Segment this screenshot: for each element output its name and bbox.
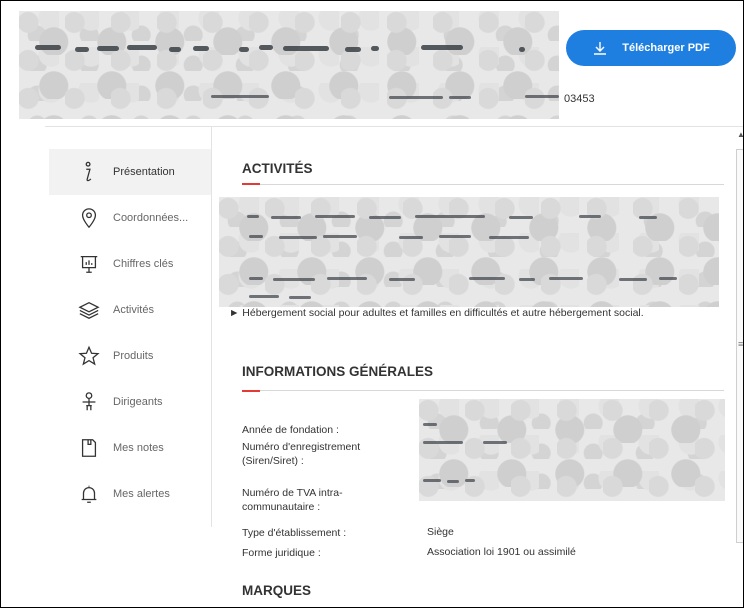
- info-icon: [77, 160, 101, 184]
- sidebar-nav: Présentation Coordonnées... Chiffres clé…: [45, 127, 212, 527]
- download-icon: [594, 42, 607, 55]
- location-pin-icon: [77, 206, 101, 230]
- sidebar-item-activities[interactable]: Activités: [49, 287, 211, 333]
- resize-grip-icon[interactable]: ≡: [738, 339, 743, 349]
- sidebar-item-label: Coordonnées...: [113, 212, 189, 224]
- label-establishment-type: Type d'établissement :: [242, 527, 347, 539]
- activity-text: ► Hébergement social pour adultes et fam…: [229, 307, 644, 319]
- sidebar-item-label: Activités: [113, 304, 154, 316]
- section-accent: [242, 390, 260, 392]
- notes-icon: [77, 436, 101, 460]
- value-legal-form: Association loi 1901 ou assimilé: [427, 546, 576, 558]
- download-pdf-label: Télécharger PDF: [622, 42, 710, 54]
- section-title-activities: ACTIVITÉS: [242, 161, 313, 176]
- label-registration-number: Numéro d'enregistrement (Siren/Siret) :: [242, 441, 361, 467]
- sidebar-item-notes[interactable]: Mes notes: [49, 425, 211, 471]
- org-chart-icon: [77, 390, 101, 414]
- label-founding-year: Année de fondation :: [242, 424, 339, 436]
- activity-description-redacted: [219, 197, 719, 307]
- scroll-up-arrow-icon[interactable]: ▲: [737, 131, 743, 139]
- bell-icon: [77, 482, 101, 506]
- sidebar-item-key-figures[interactable]: Chiffres clés: [49, 241, 211, 287]
- label-legal-form: Forme juridique :: [242, 547, 321, 559]
- sidebar-item-label: Présentation: [113, 166, 175, 178]
- app-window: 03453 Télécharger PDF Présentation Coord…: [0, 0, 744, 608]
- sidebar-item-coordinates[interactable]: Coordonnées...: [49, 195, 211, 241]
- key-figures-icon: [77, 252, 101, 276]
- sidebar-item-executives[interactable]: Dirigeants: [49, 379, 211, 425]
- company-id-suffix: 03453: [564, 93, 595, 105]
- sidebar-item-products[interactable]: Produits: [49, 333, 211, 379]
- sidebar-item-label: Dirigeants: [113, 396, 163, 408]
- sidebar-item-label: Chiffres clés: [113, 258, 174, 270]
- sidebar-item-label: Mes notes: [113, 442, 164, 454]
- sidebar-item-presentation[interactable]: Présentation: [49, 149, 211, 195]
- sidebar-item-label: Mes alertes: [113, 488, 170, 500]
- sidebar-item-label: Produits: [113, 350, 154, 362]
- label-vat-number: Numéro de TVA intra-communautaire :: [242, 487, 343, 513]
- section-title-brands: MARQUES: [242, 583, 312, 598]
- value-establishment-type: Siège: [427, 526, 454, 538]
- company-name-redacted: [19, 11, 559, 119]
- layers-icon: [77, 298, 101, 322]
- star-icon: [77, 344, 101, 368]
- sidebar-item-alerts[interactable]: Mes alertes: [49, 471, 211, 517]
- general-info-values-redacted: [419, 399, 725, 501]
- main-content: ACTIVITÉS ► Hébergement social pour adul…: [219, 127, 725, 607]
- section-title-general-info: INFORMATIONS GÉNÉRALES: [242, 364, 434, 379]
- download-pdf-button[interactable]: Télécharger PDF: [566, 30, 736, 66]
- section-rule: [242, 390, 724, 391]
- section-rule: [242, 184, 724, 185]
- section-accent: [242, 183, 260, 185]
